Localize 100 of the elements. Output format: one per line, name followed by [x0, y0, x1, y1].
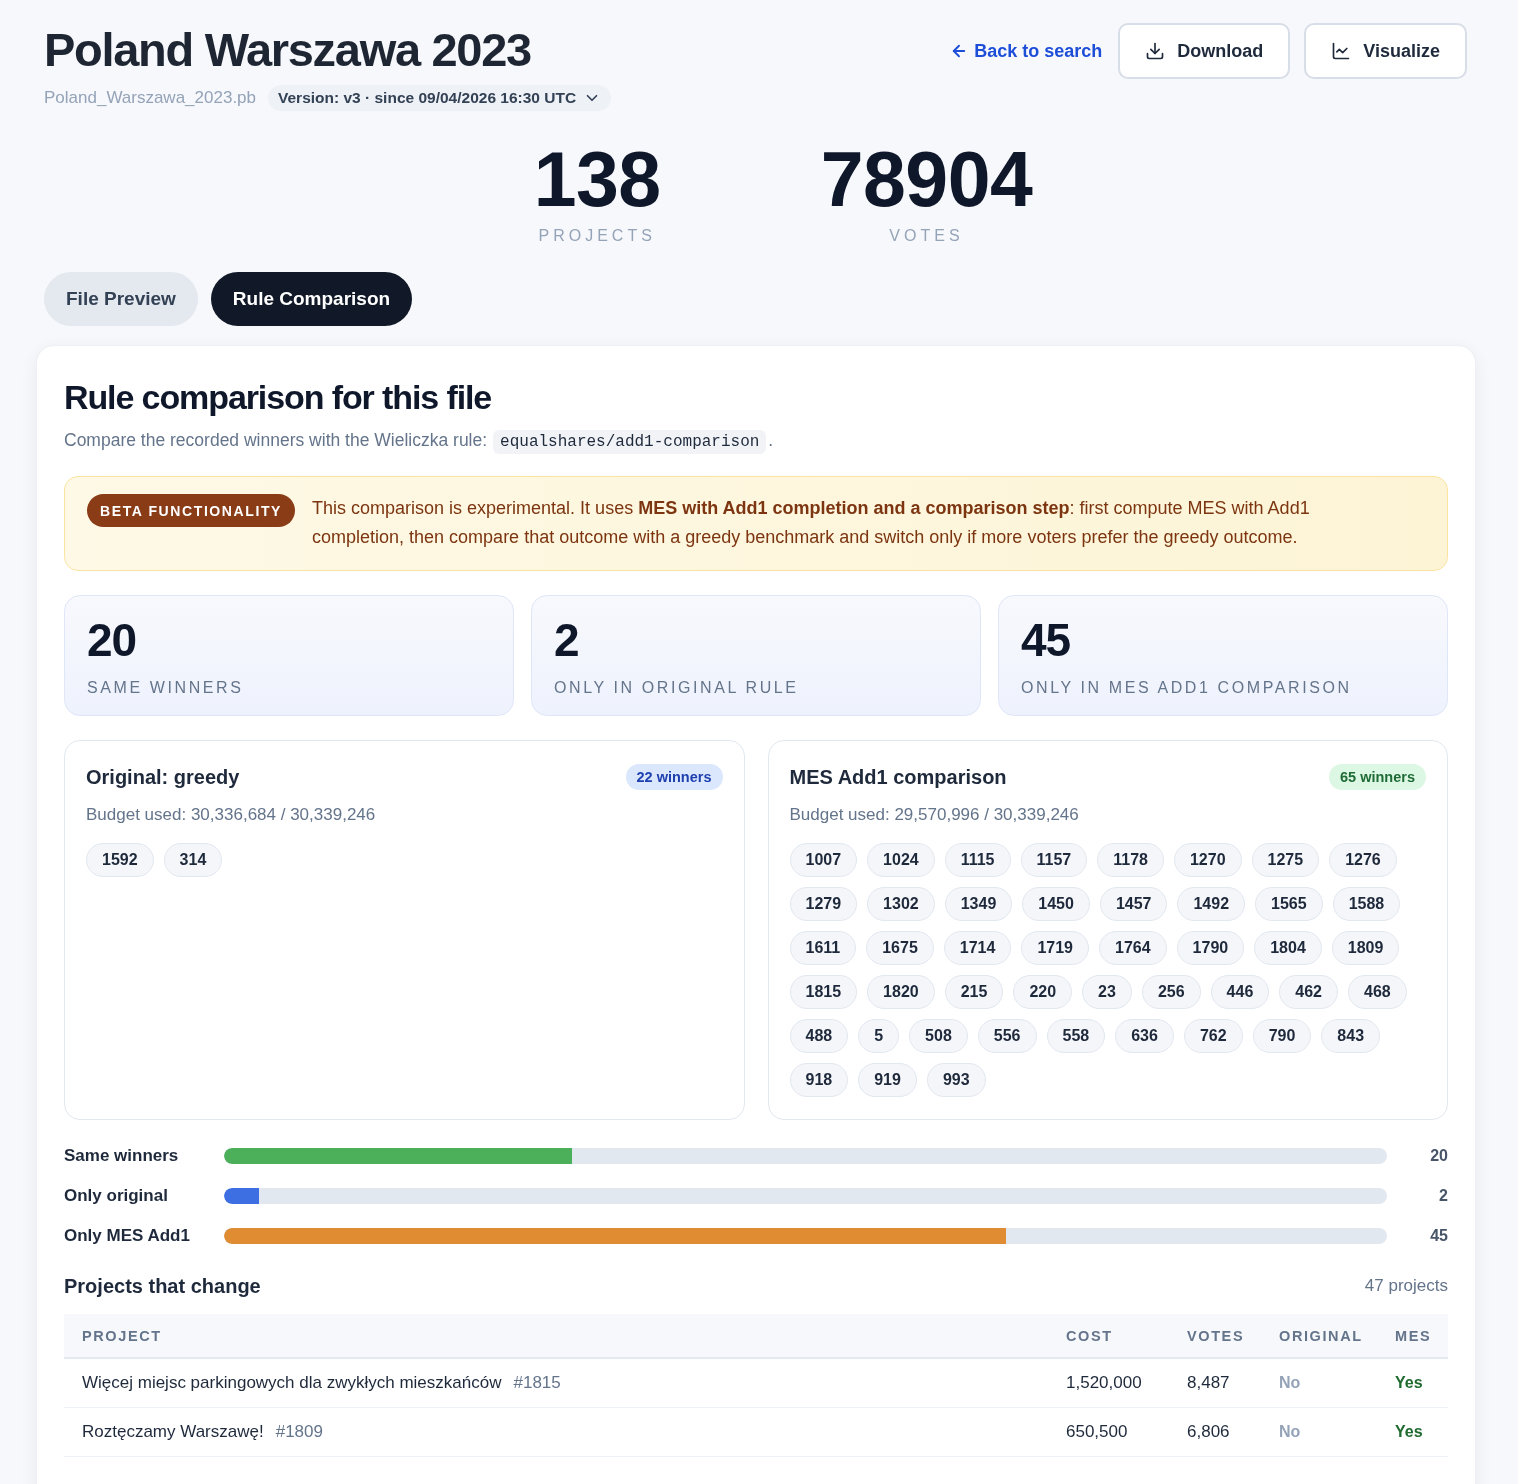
project-id-chip: 215: [944, 975, 1004, 1009]
project-id: #1815: [513, 1373, 561, 1393]
project-id: #1809: [275, 1422, 323, 1442]
project-id-chip: 1714: [943, 931, 1012, 965]
description-text: Compare the recorded winners with the Wieliczka rule: equalshares/add1-comparison .: [64, 426, 1448, 456]
section-title: Rule comparison for this file: [64, 377, 493, 418]
column-header: VOTES: [1186, 1327, 1246, 1344]
bar-label: Only MES Add1: [64, 1225, 191, 1247]
summary-label: ONLY IN MES ADD1 COMPARISON: [1021, 678, 1352, 698]
votes-cell-text: 6,806: [1186, 1422, 1230, 1442]
project-id-chip: 1809: [1331, 931, 1400, 965]
project-id-chip: 790: [1252, 1019, 1312, 1053]
summary-value: 2: [554, 615, 579, 665]
download-button[interactable]: Download: [1118, 23, 1291, 79]
project-id-chip: 556: [977, 1019, 1037, 1053]
project-name: Roztęczamy Warszawę!: [82, 1422, 264, 1442]
file-name-text: Poland_Warszawa_2023.pb: [44, 88, 256, 108]
project-id-chip: 1276: [1329, 843, 1397, 877]
project-id-chip: 462: [1279, 975, 1338, 1009]
project-id-chip: 1178: [1097, 843, 1164, 877]
cost-cell-text: 1,520,000: [1065, 1373, 1142, 1393]
column-header: PROJECT: [81, 1327, 163, 1344]
project-id-chip: 843: [1321, 1019, 1381, 1053]
summary-label: ONLY IN ORIGINAL RULE: [554, 678, 799, 698]
original-status: No: [1279, 1374, 1301, 1392]
project-id-chip: 1764: [1099, 931, 1167, 965]
visualize-button[interactable]: Visualize: [1304, 23, 1467, 79]
project-id-chip: 1157: [1020, 843, 1088, 877]
project-id-chip: 1492: [1177, 887, 1246, 921]
version-dropdown[interactable]: Version: v3 · since 09/04/2026 16:30 UTC: [268, 85, 612, 111]
votes-cell-text: 8,487: [1186, 1373, 1230, 1393]
project-id-chip: 919: [858, 1063, 917, 1097]
line-chart-icon: [1331, 41, 1352, 61]
cost-cell-text: 650,500: [1065, 1422, 1128, 1442]
budget-text: Budget used: 29,570,996 / 30,339,246: [789, 804, 1080, 826]
beta-notice-text: This comparison is experimental. It uses MES with Add1 completion and a comparison step: first compute MES with Add1 completion, then compare that outcome with a greedy benchmark and switch only if more voters prefer the greedy outcome.: [312, 497, 1311, 549]
project-id-chip: 1302: [867, 887, 935, 921]
project-id-chip: 1115: [944, 843, 1011, 877]
project-id-chip: 1790: [1176, 931, 1245, 965]
project-id-chip: 1279: [789, 887, 858, 921]
project-id-chip: 1457: [1099, 887, 1168, 921]
bar-value: 45: [1429, 1227, 1448, 1245]
project-id-chip: 508: [909, 1019, 968, 1053]
project-id-chip: 1349: [944, 887, 1013, 921]
mes-status: Yes: [1395, 1374, 1423, 1392]
back-to-search-link[interactable]: Back to search: [950, 40, 1103, 62]
column-header: MES: [1394, 1327, 1433, 1344]
summary-value: 20: [87, 615, 137, 665]
project-id-chip: 993: [926, 1063, 986, 1097]
download-icon: [1145, 41, 1166, 61]
bar-value: 20: [1429, 1147, 1448, 1165]
project-id-chip: 1565: [1255, 887, 1323, 921]
project-id-chip: 558: [1046, 1019, 1106, 1053]
project-id-chip: 256: [1141, 975, 1201, 1009]
stat-value: 78904: [820, 139, 1033, 219]
page-title: Poland Warszawa 2023: [44, 22, 531, 78]
stat-label: PROJECTS: [538, 226, 656, 246]
project-id-chip: 1815: [789, 975, 858, 1009]
column-header: ORIGINAL: [1278, 1327, 1364, 1344]
project-id-chip: 468: [1348, 975, 1407, 1009]
view-tab[interactable]: File Preview: [44, 272, 198, 326]
table-title: Projects that change: [64, 1274, 261, 1299]
project-id-chip: 1024: [867, 843, 935, 877]
stat-value: 138: [533, 139, 661, 219]
project-name: Więcej miejsc parkingowych dla zwykłych mieszkańców: [82, 1373, 502, 1393]
beta-badge: BETA FUNCTIONALITY: [87, 494, 295, 527]
project-id-chip: 488: [789, 1019, 849, 1053]
project-id-chip: 23: [1082, 975, 1132, 1009]
mes-status: Yes: [1395, 1423, 1423, 1441]
project-count-text: 47 projects: [1364, 1276, 1448, 1296]
project-id-chip: 762: [1183, 1019, 1243, 1053]
project-id-chip: 1719: [1021, 931, 1089, 965]
budget-text: Budget used: 30,336,684 / 30,339,246: [86, 804, 377, 826]
project-id-chip: 314: [163, 843, 223, 877]
summary-label: SAME WINNERS: [87, 678, 244, 698]
project-id-chip: 1804: [1254, 931, 1322, 965]
project-id-chip: 1611: [789, 931, 857, 965]
project-id-chip: 1675: [866, 931, 934, 965]
bar-label: Only original: [64, 1185, 169, 1207]
project-id-chip: 446: [1210, 975, 1270, 1009]
project-id-chip: 5: [858, 1019, 900, 1053]
summary-value: 45: [1021, 615, 1071, 665]
original-status: No: [1279, 1423, 1301, 1441]
project-id-chip: 220: [1013, 975, 1073, 1009]
project-id-chip: 1820: [867, 975, 935, 1009]
project-id-chip: 1450: [1022, 887, 1090, 921]
project-id-chip: 918: [789, 1063, 849, 1097]
project-id-chip: 636: [1115, 1019, 1174, 1053]
view-tab[interactable]: Rule Comparison: [210, 272, 413, 326]
winners-count-badge: 65 winners: [1329, 764, 1426, 790]
winners-count-badge: 22 winners: [625, 764, 723, 790]
project-id-chip: 1007: [789, 843, 858, 877]
bar-value: 2: [1438, 1187, 1448, 1205]
project-id-chip: 1592: [86, 843, 154, 877]
project-id-chip: 1588: [1332, 887, 1401, 921]
bar-label: Same winners: [64, 1145, 180, 1167]
stat-label: VOTES: [889, 226, 964, 246]
column-header: COST: [1065, 1327, 1114, 1344]
panel-title: Original: greedy: [86, 765, 240, 790]
project-id-chip: 1270: [1173, 843, 1242, 877]
